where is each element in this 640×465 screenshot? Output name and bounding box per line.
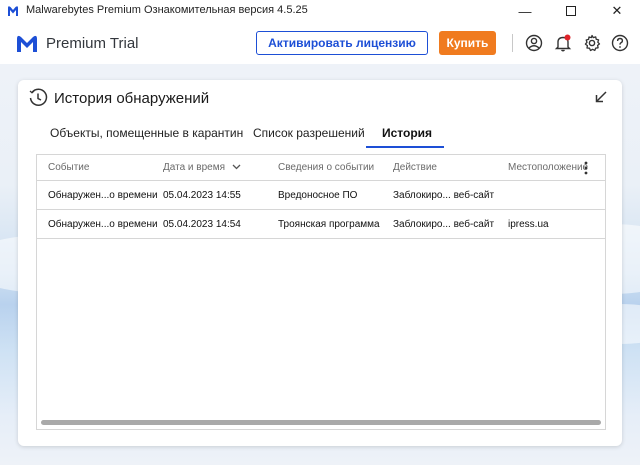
close-button[interactable]: ✕	[594, 0, 640, 22]
active-tab-indicator	[366, 146, 444, 148]
tab-history[interactable]: История	[382, 126, 432, 140]
header-divider	[512, 34, 513, 52]
detection-history-panel: История обнаружений Объекты, помещенные …	[18, 80, 622, 446]
column-header-location[interactable]: Местоположение	[508, 162, 588, 173]
minimize-button[interactable]: —	[502, 0, 548, 22]
column-header-details[interactable]: Сведения о событии	[278, 162, 374, 173]
table-header: Событие Дата и время Сведения о событии …	[37, 155, 605, 181]
column-header-event[interactable]: Событие	[48, 162, 89, 173]
horizontal-scrollbar[interactable]	[41, 420, 601, 425]
cell-event: Обнаружен...о времени	[48, 190, 158, 201]
column-header-datetime-label: Дата и время	[163, 162, 226, 173]
cell-details: Вредоносное ПО	[278, 190, 358, 201]
notification-bell-icon[interactable]	[553, 33, 573, 53]
tab-allow-list[interactable]: Список разрешений	[253, 126, 365, 140]
help-icon[interactable]	[610, 33, 630, 53]
more-options-icon[interactable]	[583, 161, 589, 175]
buy-button[interactable]: Купить	[439, 31, 496, 55]
tab-quarantine[interactable]: Объекты, помещенные в карантин	[50, 126, 243, 140]
cell-datetime: 05.04.2023 14:54	[163, 219, 241, 230]
app-header: Premium Trial Активировать лицензию Купи…	[0, 22, 640, 64]
panel-title: История обнаружений	[54, 90, 210, 107]
product-name: Premium Trial	[46, 35, 139, 52]
malwarebytes-logo-icon	[8, 6, 18, 16]
table-row[interactable]: Обнаружен...о времени 05.04.2023 14:54 Т…	[37, 210, 605, 239]
column-header-datetime[interactable]: Дата и время	[163, 162, 241, 173]
window-title-bar: Malwarebytes Premium Ознакомительная вер…	[0, 0, 640, 22]
account-icon[interactable]	[524, 33, 544, 53]
history-table: Событие Дата и время Сведения о событии …	[36, 154, 606, 430]
cell-location: ipress.ua	[508, 219, 549, 230]
history-clock-icon	[29, 88, 48, 106]
tab-bar: Объекты, помещенные в карантин Список ра…	[18, 122, 622, 150]
table-row[interactable]: Обнаружен...о времени 05.04.2023 14:55 В…	[37, 181, 605, 210]
window-title: Malwarebytes Premium Ознакомительная вер…	[26, 4, 308, 16]
malwarebytes-logo-icon	[17, 35, 37, 52]
maximize-button[interactable]	[548, 0, 594, 22]
column-header-action[interactable]: Действие	[393, 162, 437, 173]
cell-action: Заблокиро... веб-сайт	[393, 190, 495, 201]
cell-event: Обнаружен...о времени	[48, 219, 158, 230]
collapse-arrow-icon[interactable]	[594, 90, 608, 104]
cell-details: Троянская программа	[278, 219, 380, 230]
activate-license-button[interactable]: Активировать лицензию	[256, 31, 428, 55]
settings-gear-icon[interactable]	[582, 33, 602, 53]
maximize-icon	[566, 6, 576, 16]
cell-datetime: 05.04.2023 14:55	[163, 190, 241, 201]
sort-chevron-down-icon	[232, 164, 241, 170]
cell-action: Заблокиро... веб-сайт	[393, 219, 495, 230]
